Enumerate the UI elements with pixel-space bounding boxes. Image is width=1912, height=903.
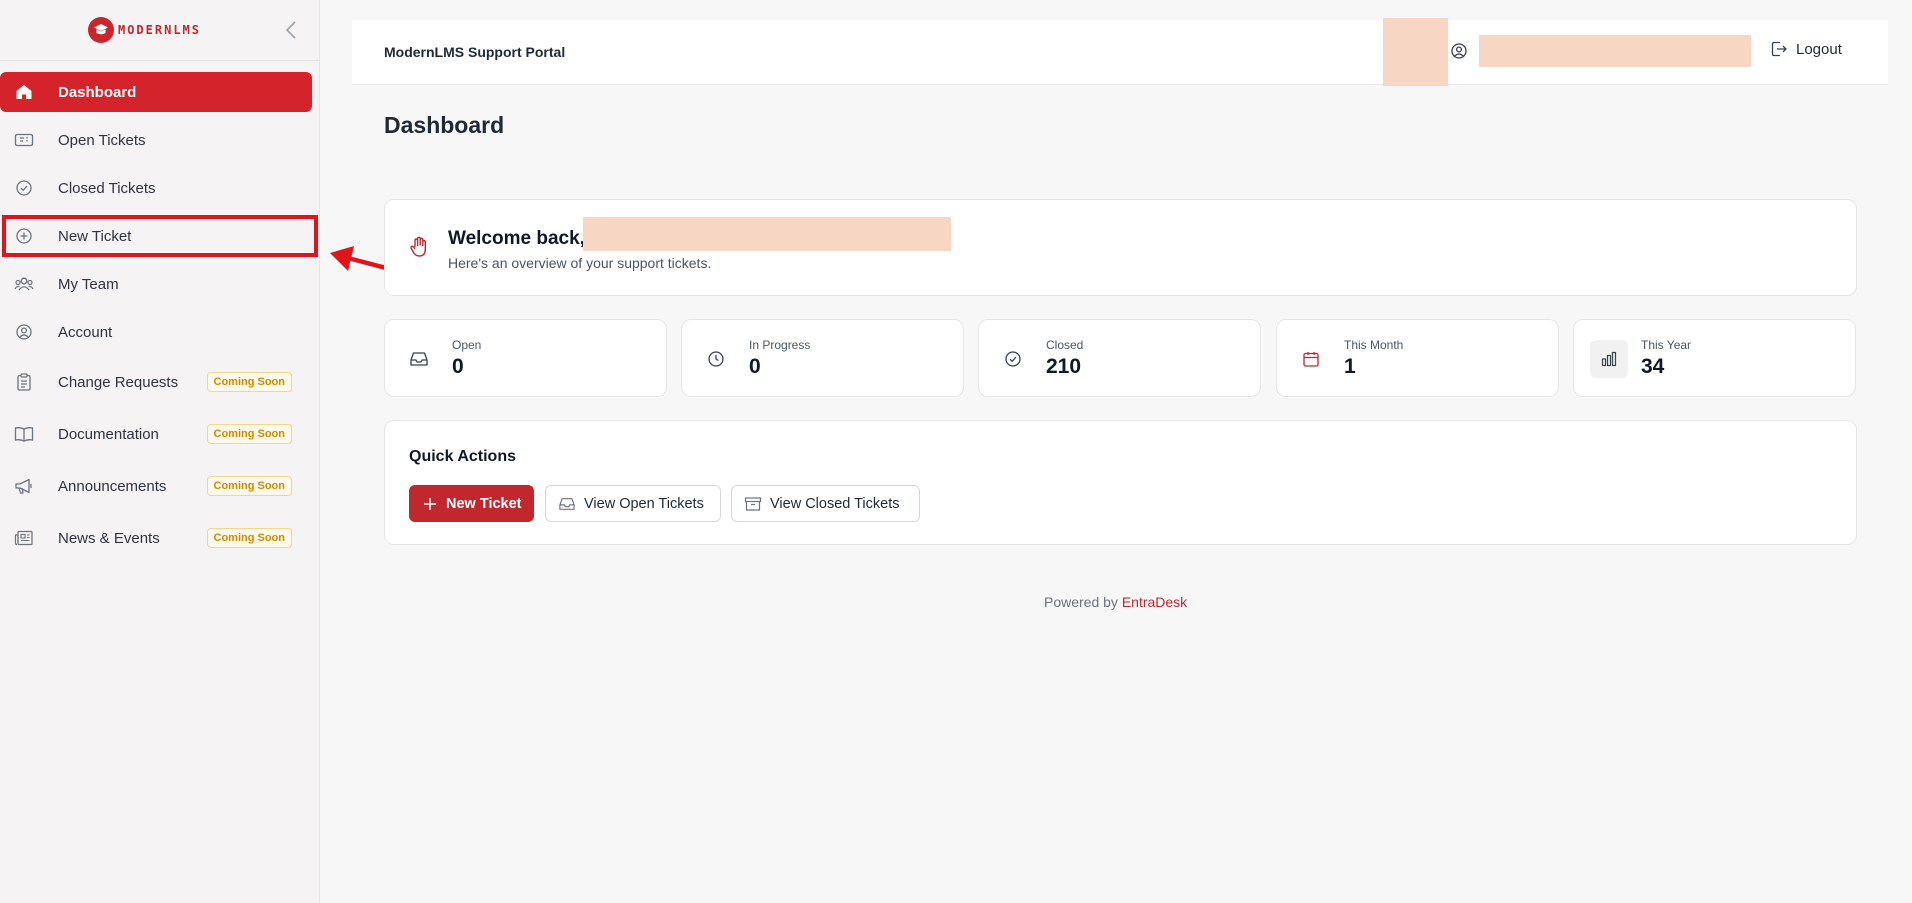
sidebar-item-label: My Team: [58, 275, 119, 293]
coming-soon-badge: Coming Soon: [206, 528, 292, 548]
footer-brand-link[interactable]: EntraDesk: [1122, 594, 1187, 610]
sidebar-item-account[interactable]: Account: [0, 312, 313, 352]
coming-soon-badge: Coming Soon: [206, 372, 292, 392]
portal-title: ModernLMS Support Portal: [384, 44, 566, 60]
redacted-block: [1383, 18, 1448, 86]
sidebar-item-label: New Ticket: [58, 227, 132, 245]
ticket-icon: [14, 130, 34, 150]
book-icon: [14, 424, 34, 444]
stat-value: 1: [1344, 355, 1356, 378]
logout-button[interactable]: Logout: [1770, 40, 1842, 58]
user-circle-icon[interactable]: [1450, 42, 1468, 65]
stat-value: 34: [1641, 355, 1665, 378]
clipboard-icon: [14, 372, 34, 392]
stat-card-open[interactable]: Open 0: [384, 319, 667, 397]
logo-text: MODERNLMS: [117, 23, 202, 37]
logout-icon: [1771, 41, 1787, 57]
stat-label: Open: [452, 338, 482, 352]
welcome-subtitle: Here's an overview of your support ticke…: [448, 255, 712, 271]
view-open-tickets-label: View Open Tickets: [584, 495, 704, 512]
archive-icon: [744, 496, 762, 511]
logo-mark-icon: [87, 17, 114, 43]
chevron-left-icon: [285, 21, 296, 39]
inbox-icon: [407, 347, 431, 371]
redacted-user-name: [583, 217, 951, 251]
sidebar-item-closed-tickets[interactable]: Closed Tickets: [0, 168, 313, 208]
plus-circle-icon: [14, 226, 34, 246]
stat-label: This Year: [1641, 338, 1692, 352]
new-ticket-label: New Ticket: [446, 495, 522, 512]
new-ticket-button[interactable]: New Ticket: [409, 485, 534, 522]
sidebar-item-label: Change Requests: [58, 373, 179, 391]
sidebar-item-news-events[interactable]: News & Events Coming Soon: [0, 516, 313, 560]
sidebar-item-announcements[interactable]: Announcements Coming Soon: [0, 464, 313, 508]
logo[interactable]: MODERNLMS: [87, 17, 202, 43]
user-circle-icon: [14, 322, 34, 342]
sidebar-item-label: Account: [58, 323, 113, 341]
calendar-icon: [1299, 347, 1323, 371]
welcome-card: Welcome back, Here's an overview of your…: [384, 199, 1857, 296]
stat-card-in-progress[interactable]: In Progress 0: [681, 319, 964, 397]
sidebar-nav: Dashboard Open Tickets Closed Tickets Ne…: [0, 61, 319, 560]
stat-label: This Month: [1344, 338, 1404, 352]
sidebar-item-label: Open Tickets: [58, 131, 146, 149]
stat-card-closed[interactable]: Closed 210: [978, 319, 1261, 397]
sidebar-item-dashboard[interactable]: Dashboard: [0, 72, 312, 112]
quick-actions-title: Quick Actions: [409, 448, 516, 465]
page-title: Dashboard: [384, 112, 505, 138]
logout-label: Logout: [1796, 40, 1842, 58]
view-closed-tickets-button[interactable]: View Closed Tickets: [731, 485, 920, 522]
sidebar-item-change-requests[interactable]: Change Requests Coming Soon: [0, 360, 313, 404]
stat-card-this-year[interactable]: This Year 34: [1573, 319, 1856, 397]
quick-actions-card: Quick Actions New Ticket View Open Ticke…: [384, 420, 1857, 545]
collapse-sidebar-button[interactable]: [279, 18, 303, 42]
home-icon: [14, 82, 34, 102]
inbox-icon: [559, 497, 575, 510]
sidebar-item-new-ticket[interactable]: New Ticket: [2, 215, 318, 257]
view-open-tickets-button[interactable]: View Open Tickets: [545, 485, 721, 522]
hand-wave-icon: [409, 236, 429, 263]
users-icon: [14, 274, 34, 294]
stat-value: 0: [452, 355, 464, 378]
newspaper-icon: [14, 528, 34, 548]
sidebar-item-label: Documentation: [58, 425, 159, 443]
bar-chart-icon: [1590, 340, 1628, 378]
coming-soon-badge: Coming Soon: [206, 476, 292, 496]
check-circle-icon: [1001, 347, 1025, 371]
logo-bar: MODERNLMS: [0, 0, 319, 61]
welcome-title: Welcome back,: [448, 228, 585, 249]
megaphone-icon: [14, 476, 34, 496]
sidebar: MODERNLMS Dashboard Open Tickets Closed …: [0, 0, 320, 903]
stat-label: In Progress: [749, 338, 811, 352]
top-header: ModernLMS Support Portal Logout: [352, 18, 1888, 86]
sidebar-item-open-tickets[interactable]: Open Tickets: [0, 120, 313, 160]
coming-soon-badge: Coming Soon: [206, 424, 292, 444]
footer: Powered by EntraDesk: [1044, 594, 1187, 610]
view-closed-tickets-label: View Closed Tickets: [770, 495, 900, 512]
footer-prefix: Powered by: [1044, 594, 1118, 610]
sidebar-item-label: Dashboard: [58, 83, 137, 101]
sidebar-item-label: News & Events: [58, 529, 160, 547]
redacted-user-name: [1479, 35, 1751, 67]
stat-card-this-month[interactable]: This Month 1: [1276, 319, 1559, 397]
stat-value: 210: [1046, 355, 1082, 378]
sidebar-item-my-team[interactable]: My Team: [0, 264, 313, 304]
sidebar-item-label: Closed Tickets: [58, 179, 156, 197]
plus-icon: [424, 497, 436, 510]
stat-value: 0: [749, 355, 761, 378]
sidebar-item-label: Announcements: [58, 477, 167, 495]
check-circle-icon: [14, 178, 34, 198]
sidebar-item-documentation[interactable]: Documentation Coming Soon: [0, 412, 313, 456]
stat-label: Closed: [1046, 338, 1084, 352]
clock-icon: [704, 347, 728, 371]
